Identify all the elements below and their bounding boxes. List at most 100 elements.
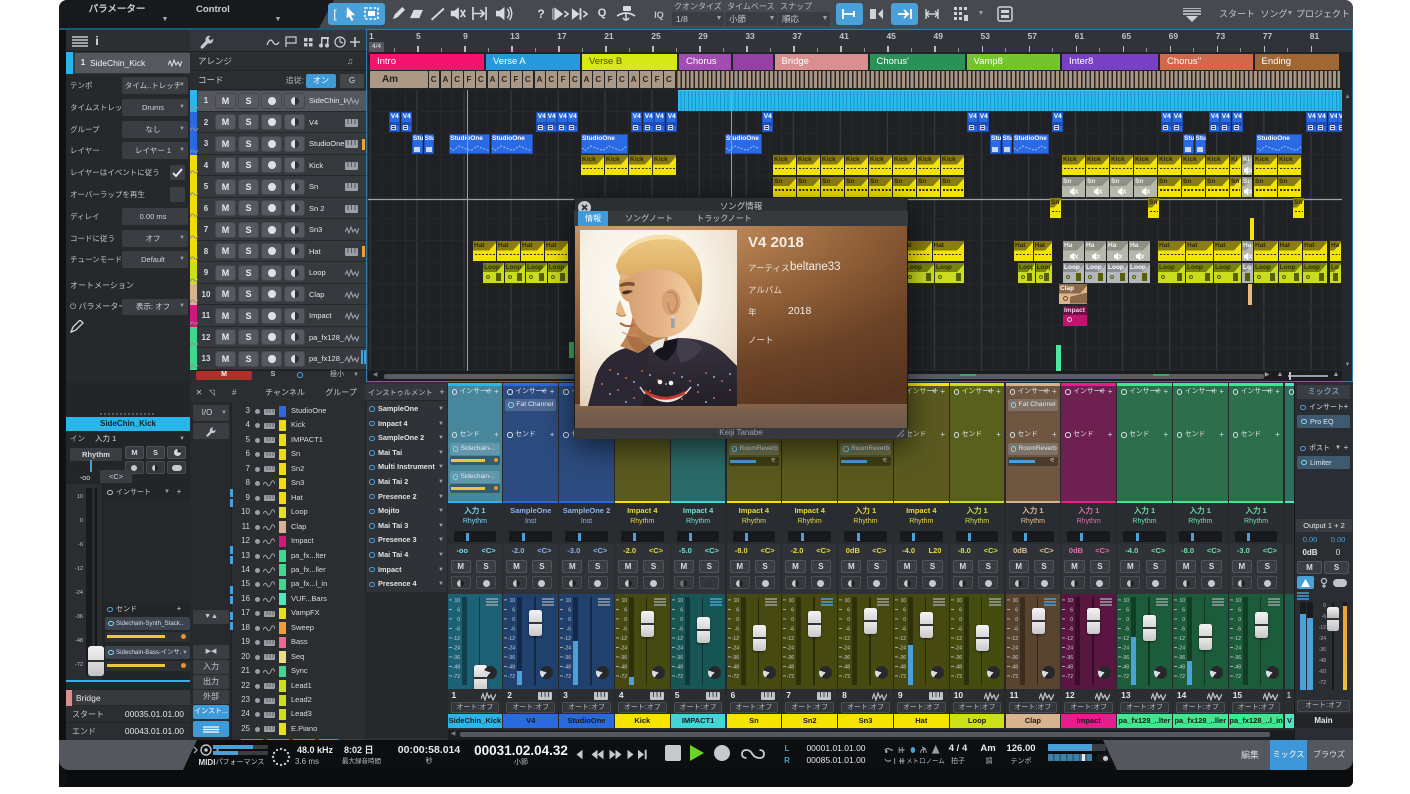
svg-text:-6: -6 [1322,614,1326,620]
svg-text:-48: -48 [1233,665,1240,671]
svg-text:0: 0 [513,617,516,623]
svg-text:-36: -36 [1122,655,1129,661]
svg-text:-6: -6 [901,627,906,633]
svg-text:0: 0 [1323,603,1326,609]
svg-text:-48: -48 [843,665,850,671]
svg-text:6: 6 [792,608,795,614]
svg-text:-6: -6 [957,627,962,633]
svg-text:-24: -24 [75,590,83,596]
svg-text:-72: -72 [899,674,906,680]
svg-text:6: 6 [1182,608,1185,614]
svg-text:-24: -24 [1122,646,1129,652]
svg-text:-24: -24 [731,646,738,652]
svg-text:0: 0 [680,617,683,623]
svg-text:-72: -72 [1233,674,1240,680]
svg-text:-12: -12 [508,636,515,642]
svg-text:6: 6 [624,608,627,614]
svg-text:6: 6 [680,608,683,614]
svg-text:-72: -72 [1010,674,1017,680]
svg-text:-72: -72 [675,674,682,680]
svg-text:0: 0 [1182,617,1185,623]
svg-text:0: 0 [903,617,906,623]
svg-text:-12: -12 [1178,636,1185,642]
svg-text:0: 0 [457,617,460,623]
svg-text:-6: -6 [734,627,739,633]
svg-text:-36: -36 [787,655,794,661]
svg-text:-6: -6 [1069,627,1074,633]
svg-text:-6: -6 [567,627,572,633]
svg-text:-36: -36 [508,655,515,661]
svg-text:-36: -36 [1066,655,1073,661]
svg-text:-24: -24 [1066,646,1073,652]
svg-text:-48: -48 [954,665,961,671]
svg-text:-24: -24 [564,646,571,652]
svg-text:-12: -12 [843,636,850,642]
svg-text:-12: -12 [1066,636,1073,642]
svg-text:6: 6 [457,608,460,614]
svg-text:10: 10 [845,598,851,604]
svg-text:-12: -12 [1010,636,1017,642]
svg-text:-12: -12 [452,636,459,642]
svg-text:-48: -48 [452,665,459,671]
svg-text:-12: -12 [899,636,906,642]
svg-text:-12: -12 [954,636,961,642]
svg-text:-24: -24 [1233,646,1240,652]
svg-text:-48: -48 [1122,665,1129,671]
svg-text:6: 6 [513,608,516,614]
svg-text:-36: -36 [564,655,571,661]
svg-text:-36: -36 [1233,655,1240,661]
svg-text:0: 0 [1126,617,1129,623]
svg-text:6: 6 [847,608,850,614]
svg-text:0: 0 [847,617,850,623]
svg-text:-6: -6 [846,627,851,633]
svg-text:0: 0 [568,617,571,623]
svg-text:-24: -24 [452,646,459,652]
svg-text:-48: -48 [1319,658,1326,664]
svg-text:-6: -6 [1236,627,1241,633]
svg-text:-6: -6 [511,627,516,633]
svg-text:-60: -60 [1319,669,1326,675]
svg-text:10: 10 [454,598,460,604]
svg-text:-48: -48 [787,665,794,671]
svg-text:-36: -36 [1178,655,1185,661]
svg-text:0: 0 [1238,617,1241,623]
svg-text:10: 10 [1179,598,1185,604]
svg-text:-72: -72 [564,674,571,680]
svg-text:-72: -72 [620,674,627,680]
svg-text:-72: -72 [1319,680,1326,686]
svg-text:-6: -6 [678,627,683,633]
svg-text:-36: -36 [675,655,682,661]
svg-text:-48: -48 [731,665,738,671]
svg-text:0: 0 [792,617,795,623]
svg-text:-12: -12 [1122,636,1129,642]
svg-text:10: 10 [900,598,906,604]
svg-text:0: 0 [959,617,962,623]
svg-text:6: 6 [1071,608,1074,614]
svg-text:-6: -6 [622,627,627,633]
svg-text:-48: -48 [620,665,627,671]
svg-text:0: 0 [1071,617,1074,623]
svg-text:10: 10 [1124,598,1130,604]
svg-text:10: 10 [1068,598,1074,604]
svg-text:-24: -24 [954,646,961,652]
svg-text:-48: -48 [508,665,515,671]
svg-text:-48: -48 [1178,665,1185,671]
svg-text:-72: -72 [787,674,794,680]
svg-text:-48: -48 [1066,665,1073,671]
svg-text:-24: -24 [787,646,794,652]
svg-text:-72: -72 [954,674,961,680]
svg-text:-72: -72 [1122,674,1129,680]
svg-text:-12: -12 [675,636,682,642]
svg-text:-48: -48 [75,638,83,644]
svg-text:-48: -48 [564,665,571,671]
svg-text:-48: -48 [899,665,906,671]
svg-text:-36: -36 [620,655,627,661]
svg-text:-24: -24 [1178,646,1185,652]
svg-text:-12: -12 [731,636,738,642]
svg-text:-72: -72 [508,674,515,680]
svg-text:-12: -12 [75,566,83,572]
svg-text:-72: -72 [731,674,738,680]
svg-text:6: 6 [736,608,739,614]
svg-text:10: 10 [621,598,627,604]
svg-text:10: 10 [510,598,516,604]
